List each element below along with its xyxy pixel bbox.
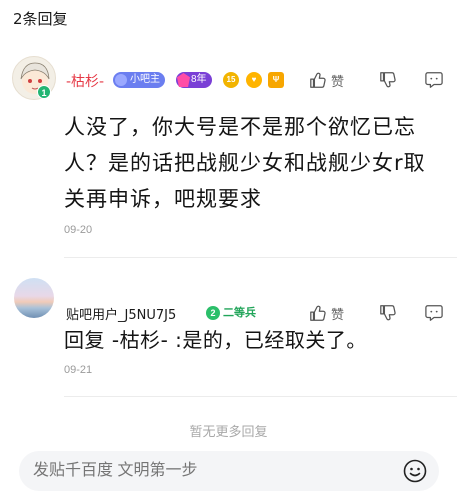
thumbs-down-icon [380,72,396,88]
reply-count-title: 2条回复 [13,10,68,28]
reply-post: 贴吧用户_J5NU7J5 2 二等兵 赞 回复 -枯杉- :是的，已经取关了。 … [0,268,457,388]
reply-button[interactable] [424,70,444,90]
like-button[interactable]: 赞 [309,303,344,323]
username[interactable]: -枯杉- [66,71,104,91]
dislike-button[interactable] [379,70,397,90]
reply-input[interactable] [33,451,393,491]
dislike-button[interactable] [379,303,397,323]
emoji-button[interactable] [403,459,427,483]
gem-icon [177,73,190,87]
thumbs-up-icon [310,305,326,321]
comment-icon [425,72,443,88]
username[interactable]: 贴吧用户_J5NU7J5 [66,304,176,323]
reply-button[interactable] [424,303,444,323]
post-date: 09-21 [64,364,93,376]
post-actions: 赞 [297,303,457,323]
rank-badge: 2 二等兵 [206,306,256,320]
years-badge: 8年 [176,72,212,88]
thumbs-down-icon [380,305,396,321]
thumbs-up-icon [310,72,326,88]
bar-admin-icon [115,74,127,86]
reply-post: 1 -枯杉- 小吧主 8年 15 ♥ Ψ 赞 人没了，你大号是不是那个欲忆已忘人… [0,52,457,252]
rank-title: 二等兵 [223,307,256,319]
smiley-face-icon [403,459,427,483]
user-level-badge: 1 [37,85,51,99]
rank-level: 2 [206,306,220,320]
post-content: 人没了，你大号是不是那个欲忆已忘人？是的话把战舰少女和战舰少女r取关再申诉，吧规… [64,115,426,211]
heart-medal-icon[interactable]: ♥ [246,72,262,88]
reply-bar[interactable] [19,451,439,491]
avatar[interactable] [14,278,54,318]
divider [64,257,457,258]
like-label: 赞 [331,307,345,323]
bar-admin-badge: 小吧主 [113,72,165,88]
post-date: 09-20 [64,224,93,236]
trident-medal-icon[interactable]: Ψ [268,72,284,88]
level-medal-icon[interactable]: 15 [223,72,239,88]
no-more-replies: 暂无更多回复 [189,425,268,440]
post-actions: 赞 [297,70,457,90]
post-content: 回复 -枯杉- :是的，已经取关了。 [64,328,367,352]
like-label: 赞 [331,74,345,90]
divider [64,396,457,397]
comment-icon [425,305,443,321]
like-button[interactable]: 赞 [309,70,344,90]
